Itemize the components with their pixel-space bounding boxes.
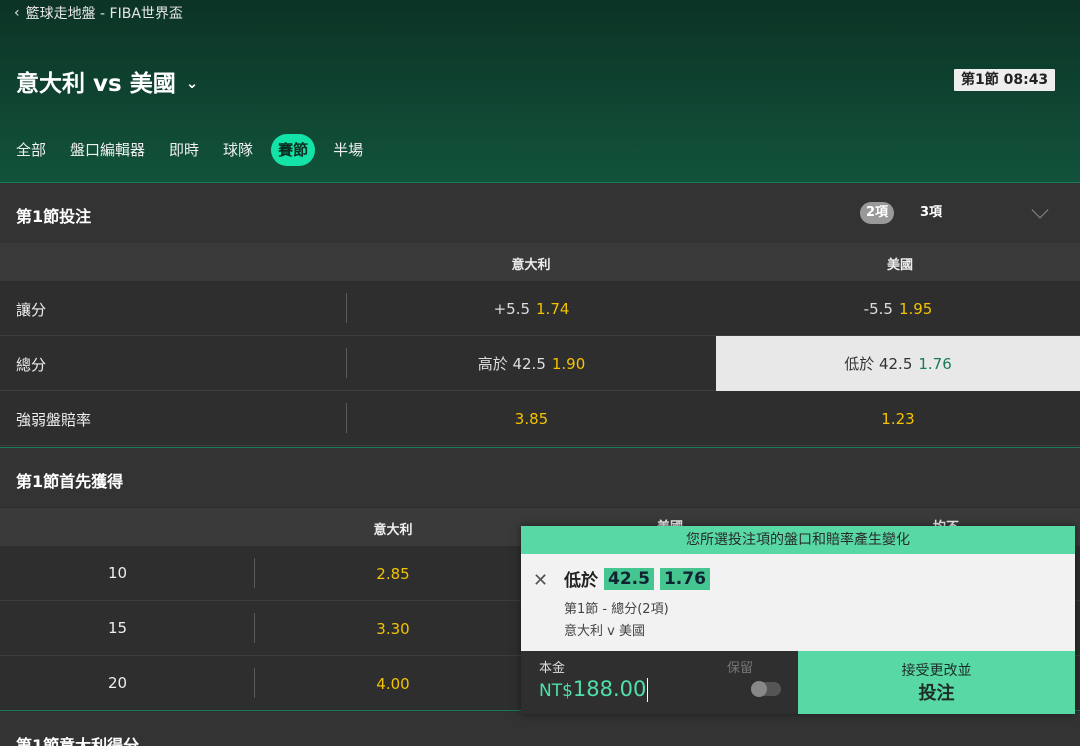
game-timer: 第1節 08:43 xyxy=(954,69,1056,91)
odds-button-away[interactable]: 1.23 xyxy=(716,391,1080,446)
section-header-q1-bets[interactable]: 第1節投注 2項 3項 xyxy=(0,183,1080,243)
odds-button-away-selected[interactable]: 低於 42.5 1.76 xyxy=(716,336,1080,391)
row-label: 讓分 xyxy=(16,301,47,319)
odds-value: 1.23 xyxy=(881,409,915,428)
option-chip-3[interactable]: 3項 xyxy=(914,202,948,224)
odds-button-away[interactable]: -5.5 1.95 xyxy=(716,281,1080,336)
breadcrumb[interactable]: ‹ 籃球走地盤 - FIBA世界盃 xyxy=(14,3,183,23)
market-row-spread: 讓分 +5.5 1.74 -5.5 1.95 xyxy=(0,281,1080,336)
line-value: +5.5 xyxy=(493,299,531,318)
breadcrumb-label[interactable]: 籃球走地盤 - FIBA世界盃 xyxy=(26,3,183,23)
odds-button-home[interactable]: 高於 42.5 1.90 xyxy=(347,336,716,391)
text-caret xyxy=(647,678,649,702)
selection-line: 42.5 xyxy=(604,567,654,590)
line-value: 低於 42.5 xyxy=(844,355,913,373)
odds-value: 1.76 xyxy=(918,354,952,373)
odds-button-home[interactable]: +5.5 1.74 xyxy=(347,281,716,336)
tab-market-editor[interactable]: 盤口編輯器 xyxy=(64,134,151,166)
stake-label: 本金 xyxy=(539,661,566,676)
row-label: 總分 xyxy=(16,356,47,374)
close-icon[interactable]: ✕ xyxy=(533,570,548,591)
accept-line1: 接受更改並 xyxy=(901,663,972,679)
odds-button-home[interactable]: 3.85 xyxy=(347,391,716,446)
chevron-left-icon[interactable]: ‹ xyxy=(14,5,20,21)
odds-value: 1.95 xyxy=(898,299,933,318)
odds-button-home[interactable]: 2.85 xyxy=(255,546,531,601)
selection: 低於 42.5 1.76 xyxy=(564,566,710,591)
selection-odds: 1.76 xyxy=(659,567,710,590)
tab-half[interactable]: 半場 xyxy=(327,134,369,166)
toggle-knob xyxy=(751,681,767,697)
odds-button-home[interactable]: 3.30 xyxy=(255,601,531,656)
selection-label: 低於 xyxy=(564,571,598,591)
column-away: 美國 xyxy=(886,258,914,273)
section-title: 第1節投注 xyxy=(16,207,92,226)
column-home: 意大利 xyxy=(511,258,551,273)
match-title[interactable]: 意大利 vs 美國 ⌄ xyxy=(16,64,198,98)
selection-market: 第1節 - 總分(2項) xyxy=(564,602,669,617)
column-header: 意大利 美國 xyxy=(0,243,1080,281)
tab-live[interactable]: 即時 xyxy=(163,134,205,166)
market-row-moneyline: 強弱盤賠率 3.85 1.23 xyxy=(0,391,1080,446)
tab-all[interactable]: 全部 xyxy=(16,134,52,166)
odds-change-banner: 您所選投注項的盤口和賠率產生變化 xyxy=(521,526,1075,554)
currency: NT$ xyxy=(539,681,573,701)
option-chip-2[interactable]: 2項 xyxy=(860,202,895,224)
match-title-text: 意大利 vs 美國 xyxy=(16,71,176,97)
section-header-q1-first-to[interactable]: 第1節首先獲得 xyxy=(0,447,1080,507)
odds-value: 2.85 xyxy=(376,564,410,583)
odds-value: 4.00 xyxy=(376,674,410,693)
chevron-down-icon[interactable] xyxy=(1031,201,1049,219)
odds-value: 3.85 xyxy=(514,409,549,428)
odds-value: 1.74 xyxy=(536,299,570,318)
stake-input[interactable]: 本金 保留 NT$188.00 xyxy=(521,651,798,714)
row-label: 20 xyxy=(108,674,128,692)
odds-button-home[interactable]: 4.00 xyxy=(255,656,531,711)
accept-and-bet-button[interactable]: 接受更改並 投注 xyxy=(798,651,1075,714)
betslip-popup: 您所選投注項的盤口和賠率產生變化 ✕ 低於 42.5 1.76 第1節 - 總分… xyxy=(521,526,1075,714)
odds-value: 1.90 xyxy=(551,354,586,373)
stake-amount: 188.00 xyxy=(572,677,647,701)
line-value: 高於 42.5 xyxy=(477,355,546,373)
selection-event: 意大利 v 美國 xyxy=(564,624,645,639)
keep-toggle[interactable] xyxy=(751,681,781,697)
chevron-down-icon[interactable]: ⌄ xyxy=(186,74,199,92)
row-label: 15 xyxy=(108,619,128,637)
stake-value[interactable]: NT$188.00 xyxy=(539,677,649,702)
section-header-q1-italy-points[interactable]: 第1節意大利得分 xyxy=(0,712,1080,746)
tab-teams[interactable]: 球隊 xyxy=(217,134,259,166)
column-home: 意大利 xyxy=(373,523,413,538)
row-label: 強弱盤賠率 xyxy=(16,411,92,429)
tab-quarters[interactable]: 賽節 xyxy=(271,134,316,166)
section-title: 第1節首先獲得 xyxy=(16,472,124,491)
line-value: -5.5 xyxy=(863,299,893,318)
market-row-total: 總分 高於 42.5 1.90 低於 42.5 1.76 xyxy=(0,336,1080,391)
row-label: 10 xyxy=(108,564,128,582)
section-title: 第1節意大利得分 xyxy=(16,736,140,746)
accept-line2: 投注 xyxy=(918,683,955,704)
market-tabs: 全部 盤口編輯器 即時 球隊 賽節 半場 xyxy=(16,134,381,166)
odds-value: 3.30 xyxy=(376,619,410,638)
match-header: ‹ 籃球走地盤 - FIBA世界盃 意大利 vs 美國 ⌄ 第1節 08:43 … xyxy=(0,0,1080,183)
keep-label: 保留 xyxy=(727,661,754,676)
